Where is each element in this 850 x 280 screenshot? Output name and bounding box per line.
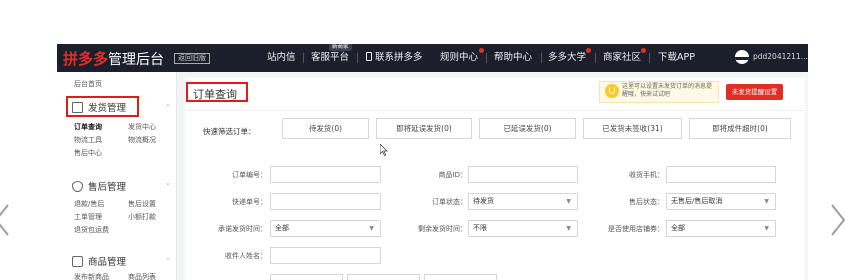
date-range-end-input[interactable] bbox=[347, 274, 420, 280]
sidebar-section-aftersale[interactable]: 售后管理 bbox=[88, 179, 126, 193]
sidebar-item-tickets[interactable]: 工单管理 bbox=[74, 212, 102, 222]
chevron-down-icon: ▼ bbox=[566, 225, 571, 232]
order-status-label: 订单状态： bbox=[432, 198, 467, 206]
tracking-number-input[interactable] bbox=[270, 193, 381, 210]
goods-id-label: 商品ID： bbox=[438, 171, 467, 179]
nav-divider bbox=[595, 53, 596, 63]
quick-filter-label: 快速筛选订单： bbox=[203, 127, 256, 136]
quick-filter-pending-button[interactable]: 待发货(0) bbox=[282, 118, 369, 139]
notification-dot bbox=[479, 48, 484, 53]
nav-download-app[interactable]: 下载APP bbox=[658, 52, 695, 64]
notification-dot bbox=[586, 48, 591, 53]
notice-text: 这里可以设置未发货订单的消息提醒哦，快来试试吧 bbox=[622, 83, 713, 98]
receiver-phone-input[interactable] bbox=[666, 166, 776, 183]
sidebar-item-aftersale-settings[interactable]: 售后设置 bbox=[128, 199, 156, 209]
nav-community[interactable]: 商家社区 bbox=[603, 52, 641, 64]
aftersale-status-value: 无售后/售后取消 bbox=[671, 197, 723, 205]
date-range-extra-input[interactable] bbox=[424, 274, 497, 280]
receiver-phone-label: 收货手机： bbox=[629, 171, 664, 179]
chevron-down-icon: ⌄ bbox=[165, 254, 171, 262]
aftersale-status-select[interactable]: 无售后/售后取消 ▼ bbox=[666, 193, 776, 210]
remaining-time-select[interactable]: 不限 ▼ bbox=[468, 220, 578, 237]
quick-filter-unsigned-button[interactable]: 已发货未签收(31) bbox=[583, 118, 682, 139]
phone-icon bbox=[366, 52, 372, 61]
chevron-down-icon: ⌄ bbox=[165, 100, 171, 108]
user-name: pdd2041211... bbox=[753, 52, 808, 61]
store-coupon-value: 全部 bbox=[671, 224, 685, 232]
chevron-down-icon: ▼ bbox=[764, 198, 769, 205]
highlight-box-order-query bbox=[186, 82, 248, 102]
store-coupon-label: 是否使用店铺券： bbox=[608, 225, 664, 233]
bulb-icon bbox=[605, 84, 619, 98]
shield-icon bbox=[72, 181, 83, 192]
store-coupon-select[interactable]: 全部 ▼ bbox=[666, 220, 776, 237]
order-status-select[interactable]: 待发货 ▼ bbox=[468, 193, 578, 210]
quick-filter-late-button[interactable]: 已延误发货(0) bbox=[479, 118, 576, 139]
nav-divider bbox=[541, 53, 542, 63]
nav-customer-service[interactable]: 客服平台 bbox=[311, 52, 349, 64]
nav-messages[interactable]: 站内信 bbox=[267, 52, 296, 64]
divider bbox=[185, 110, 805, 111]
admin-screenshot: 拼多多管理后台 返回旧版 站内信 新商家 客服平台 联系拼多多 规则中心 帮助中… bbox=[57, 44, 808, 280]
nav-rules[interactable]: 规则中心 bbox=[440, 52, 478, 64]
sidebar-home-link[interactable]: 后台首页 bbox=[74, 79, 102, 89]
nav-university[interactable]: 多多大学 bbox=[548, 52, 586, 64]
quick-filter-soon-late-button[interactable]: 即将延误发货(0) bbox=[376, 118, 472, 139]
main-content: 订单查询 这里可以设置未发货订单的消息提醒哦，快来试试吧 未发货提醒设置 快速筛… bbox=[185, 78, 805, 280]
chevron-down-icon: ▼ bbox=[566, 198, 571, 205]
nav-divider bbox=[357, 53, 358, 63]
chevron-down-icon: ⌄ bbox=[165, 179, 171, 187]
sidebar-item-aftersale-center[interactable]: 售后中心 bbox=[74, 148, 102, 158]
screenshot-stage: 拼多多管理后台 返回旧版 站内信 新商家 客服平台 联系拼多多 规则中心 帮助中… bbox=[0, 0, 850, 280]
sidebar-item-publish-goods[interactable]: 发布新商品 bbox=[74, 272, 109, 280]
sidebar-item-refunds[interactable]: 退款/售后 bbox=[74, 199, 104, 209]
receiver-name-input[interactable] bbox=[270, 247, 381, 264]
nav-divider bbox=[649, 53, 650, 63]
mouse-cursor-icon bbox=[380, 144, 388, 156]
nav-contact-label: 联系拼多多 bbox=[375, 52, 423, 63]
promise-time-label: 承诺发货时间： bbox=[218, 225, 267, 233]
carousel-next-icon[interactable] bbox=[828, 203, 848, 237]
notification-dot bbox=[641, 48, 646, 53]
sidebar-item-order-query[interactable]: 订单查询 bbox=[74, 122, 102, 132]
highlight-box-shipping bbox=[66, 96, 139, 117]
brand-name: 拼多多 bbox=[63, 50, 109, 68]
promise-time-value: 全部 bbox=[275, 224, 289, 232]
chevron-down-icon: ▼ bbox=[369, 225, 374, 232]
sidebar-item-shipping-center[interactable]: 发货中心 bbox=[128, 122, 156, 132]
brand-logo[interactable]: 拼多多管理后台 bbox=[63, 48, 164, 69]
remaining-time-label: 剩余发货时间： bbox=[418, 225, 467, 233]
sidebar-item-goods-list[interactable]: 商品列表 bbox=[128, 272, 156, 280]
top-navigation: 拼多多管理后台 返回旧版 站内信 新商家 客服平台 联系拼多多 规则中心 帮助中… bbox=[57, 44, 808, 72]
tracking-number-label: 快递单号： bbox=[232, 198, 267, 206]
goods-id-input[interactable] bbox=[468, 166, 578, 183]
aftersale-status-label: 售后状态： bbox=[629, 198, 664, 206]
remaining-time-value: 不限 bbox=[473, 224, 487, 232]
brand-suffix: 管理后台 bbox=[108, 52, 165, 68]
chevron-down-icon: ▼ bbox=[764, 225, 769, 232]
sidebar-item-small-payments[interactable]: 小额打款 bbox=[128, 212, 156, 222]
sidebar-item-logistics-overview[interactable]: 物流概况 bbox=[128, 135, 156, 145]
order-number-label: 订单编号： bbox=[232, 171, 267, 179]
carousel-prev-icon[interactable] bbox=[0, 203, 12, 237]
new-seller-badge: 新商家 bbox=[329, 44, 352, 51]
sidebar-item-logistics-tools[interactable]: 物流工具 bbox=[74, 135, 102, 145]
nav-contact[interactable]: 联系拼多多 bbox=[366, 52, 423, 64]
receiver-name-label: 收件人姓名： bbox=[225, 252, 267, 260]
shipping-reminder-settings-button[interactable]: 未发货提醒设置 bbox=[726, 84, 783, 100]
back-to-old-version-link[interactable]: 返回旧版 bbox=[174, 53, 210, 64]
date-range-start-input[interactable] bbox=[270, 274, 343, 280]
nav-help[interactable]: 帮助中心 bbox=[494, 52, 532, 64]
quick-filter-timeout-button[interactable]: 即将成件超时(0) bbox=[689, 118, 791, 139]
nav-divider bbox=[303, 53, 304, 63]
sidebar-item-return-shipping[interactable]: 退货包运费 bbox=[74, 225, 109, 235]
sidebar-section-goods[interactable]: 商品管理 bbox=[88, 254, 126, 268]
avatar bbox=[735, 50, 749, 64]
nav-divider bbox=[486, 53, 487, 63]
order-number-input[interactable] bbox=[270, 166, 381, 183]
sidebar: 后台首页 发货管理 ⌄ 订单查询 发货中心 物流工具 物流概况 售后中心 售后管… bbox=[57, 72, 177, 280]
box-icon bbox=[72, 256, 83, 267]
promise-time-select[interactable]: 全部 ▼ bbox=[270, 220, 381, 237]
order-status-value: 待发货 bbox=[473, 197, 494, 205]
